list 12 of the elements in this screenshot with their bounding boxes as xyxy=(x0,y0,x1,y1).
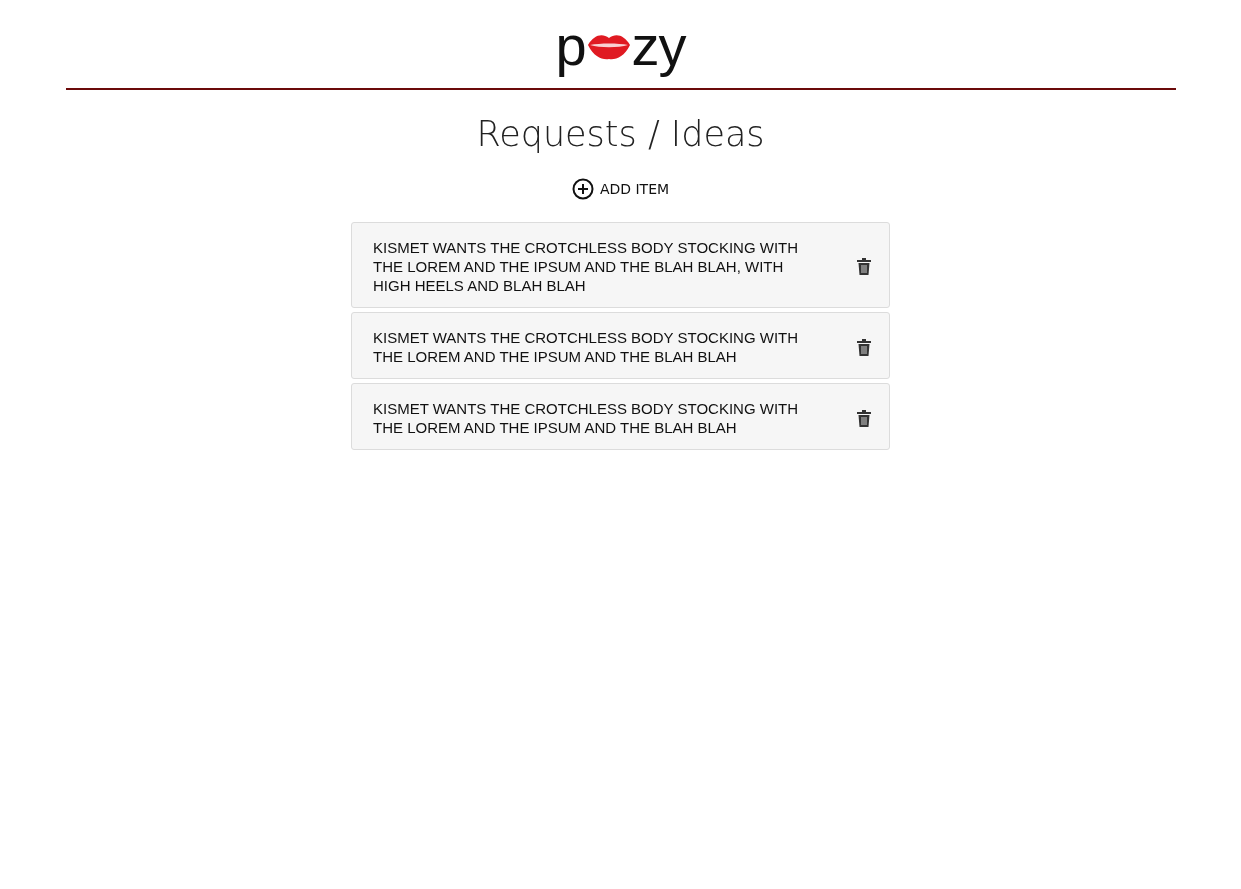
page-title: Requests / Ideas xyxy=(476,114,765,154)
delete-button[interactable] xyxy=(857,258,871,275)
delete-button[interactable] xyxy=(857,409,871,427)
trash-icon xyxy=(857,338,871,356)
request-text: KISMET WANTS THE CROTCHLESS BODY STOCKING WITH THE LOREM AND THE IPSUM AND THE BLAH BLAH xyxy=(373,399,800,437)
trash-icon xyxy=(857,258,871,275)
request-text: KISMET WANTS THE CROTCHLESS BODY STOCKING WITH THE LOREM AND THE IPSUM AND THE BLAH BLAH, WITH HIGH HEELS AND BLAH BLAH xyxy=(373,238,800,295)
trash-icon xyxy=(857,409,871,427)
request-text: KISMET WANTS THE CROTCHLESS BODY STOCKING WITH THE LOREM AND THE IPSUM AND THE BLAH BLAH xyxy=(373,328,800,366)
add-item-button[interactable]: ADD ITEM xyxy=(569,176,672,202)
plus-circle-icon xyxy=(571,178,594,200)
delete-button[interactable] xyxy=(857,338,871,356)
